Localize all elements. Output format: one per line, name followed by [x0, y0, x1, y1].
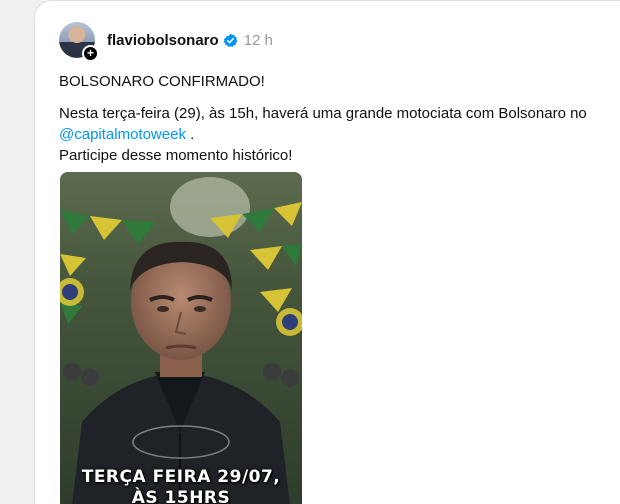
post-body-line: Nesta terça-feira (29), às 15h, haverá u…: [59, 105, 587, 122]
post-header: + flaviobolsonaro 12 h: [59, 21, 273, 62]
post-headline: BOLSONARO CONFIRMADO!: [59, 73, 265, 90]
mention-link[interactable]: @capitalmotoweek: [59, 126, 186, 143]
post-username[interactable]: flaviobolsonaro: [107, 32, 219, 49]
post-card: + flaviobolsonaro 12 h BOLSONARO CONFIRM…: [34, 0, 620, 504]
media-photo: [60, 172, 302, 504]
post-body-line-mention: @capitalmotoweek .: [59, 124, 619, 145]
plus-icon[interactable]: +: [82, 45, 99, 62]
post-media-image[interactable]: TERÇA FEIRA 29/07, ÀS 15HRS: [60, 172, 302, 504]
mention-suffix: .: [185, 126, 195, 143]
post-text: BOLSONARO CONFIRMADO! Nesta terça-feira …: [59, 71, 619, 166]
verified-badge-icon: [223, 33, 238, 47]
post-timestamp[interactable]: 12 h: [244, 32, 273, 49]
profile-avatar[interactable]: +: [59, 22, 99, 62]
media-caption-line: ÀS 15HRS: [131, 488, 231, 504]
media-caption-line: TERÇA FEIRA 29/07,: [81, 467, 281, 487]
post-body-line: Participe desse momento histórico!: [59, 147, 293, 164]
